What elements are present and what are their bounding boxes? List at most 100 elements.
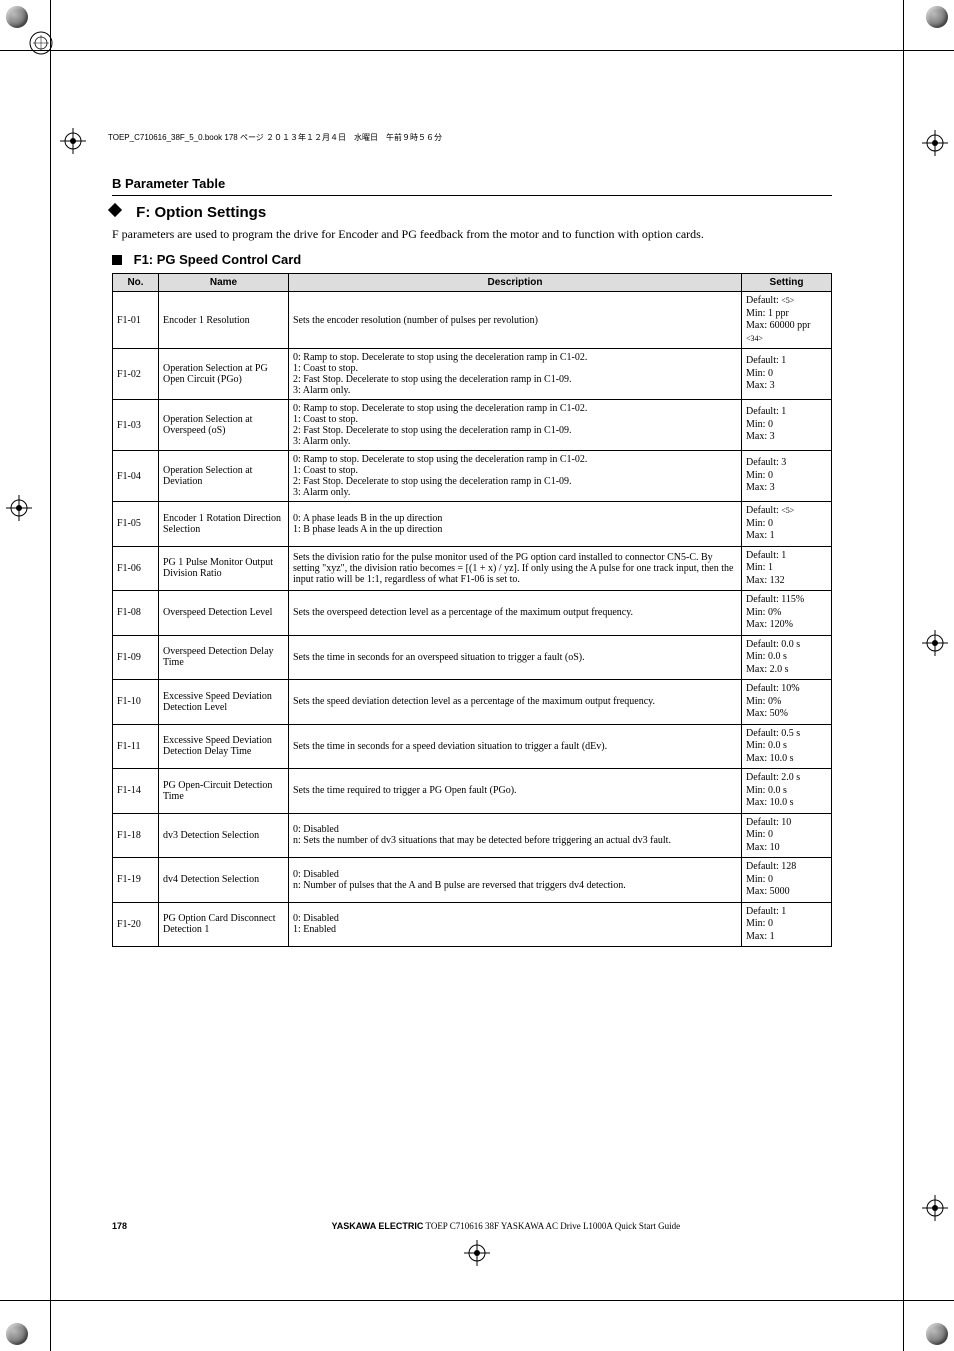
footer-doc-title: TOEP C710616 38F YASKAWA AC Drive L1000A… — [423, 1221, 680, 1231]
crop-sphere-top-right — [926, 6, 948, 28]
cell-no: F1-03 — [113, 400, 159, 451]
cell-name: Operation Selection at Overspeed (oS) — [159, 400, 289, 451]
cell-name: Excessive Speed Deviation Detection Leve… — [159, 680, 289, 725]
table-row: F1-19dv4 Detection Selection0: Disabledn… — [113, 858, 832, 903]
cell-no: F1-14 — [113, 769, 159, 814]
table-row: F1-09Overspeed Detection Delay TimeSets … — [113, 635, 832, 680]
cell-no: F1-08 — [113, 591, 159, 636]
registration-mark-icon — [6, 495, 32, 521]
cell-description: 0: A phase leads B in the up direction1:… — [289, 502, 742, 547]
cell-no: F1-09 — [113, 635, 159, 680]
table-row: F1-02Operation Selection at PG Open Circ… — [113, 349, 832, 400]
table-row: F1-01Encoder 1 ResolutionSets the encode… — [113, 292, 832, 349]
cell-no: F1-11 — [113, 724, 159, 769]
cell-description: 0: Ramp to stop. Decelerate to stop usin… — [289, 400, 742, 451]
table-row: F1-05Encoder 1 Rotation Direction Select… — [113, 502, 832, 547]
crop-sphere-bottom-left — [6, 1323, 28, 1345]
col-name: Name — [159, 274, 289, 292]
table-row: F1-11Excessive Speed Deviation Detection… — [113, 724, 832, 769]
square-bullet-icon — [112, 255, 122, 265]
cell-description: Sets the speed deviation detection level… — [289, 680, 742, 725]
crop-sphere-top-left — [6, 6, 28, 28]
cell-setting: Default: 1Min: 0Max: 3 — [742, 349, 832, 400]
cell-setting: Default: 1Min: 0Max: 1 — [742, 902, 832, 947]
cell-setting: Default: 3Min: 0Max: 3 — [742, 451, 832, 502]
cell-no: F1-05 — [113, 502, 159, 547]
cell-name: Excessive Speed Deviation Detection Dela… — [159, 724, 289, 769]
divider — [112, 195, 832, 196]
cell-name: PG 1 Pulse Monitor Output Division Ratio — [159, 546, 289, 591]
crop-sphere-bottom-right — [926, 1323, 948, 1345]
crop-line-top — [0, 50, 954, 51]
cell-description: 0: Disabledn: Sets the number of dv3 sit… — [289, 813, 742, 858]
cell-setting: Default: 128Min: 0Max: 5000 — [742, 858, 832, 903]
cell-name: Operation Selection at PG Open Circuit (… — [159, 349, 289, 400]
table-row: F1-20PG Option Card Disconnect Detection… — [113, 902, 832, 947]
cell-name: Encoder 1 Rotation Direction Selection — [159, 502, 289, 547]
subsection-title: F1: PG Speed Control Card — [112, 252, 832, 267]
ornament-icon — [28, 30, 54, 56]
registration-mark-icon — [464, 1240, 490, 1266]
diamond-bullet-icon — [112, 207, 124, 219]
table-row: F1-08Overspeed Detection LevelSets the o… — [113, 591, 832, 636]
page-body: B Parameter Table F: Option Settings F p… — [112, 130, 832, 947]
page-number: 178 — [112, 1221, 127, 1231]
parameter-table: No. Name Description Setting F1-01Encode… — [112, 273, 832, 947]
table-row: F1-18dv3 Detection Selection0: Disabledn… — [113, 813, 832, 858]
cell-no: F1-06 — [113, 546, 159, 591]
cell-setting: Default: 10Min: 0Max: 10 — [742, 813, 832, 858]
cell-setting: Default: 10%Min: 0%Max: 50% — [742, 680, 832, 725]
cell-description: 0: Disabled1: Enabled — [289, 902, 742, 947]
col-set: Setting — [742, 274, 832, 292]
col-no: No. — [113, 274, 159, 292]
cell-setting: Default: 2.0 sMin: 0.0 sMax: 10.0 s — [742, 769, 832, 814]
footer-company: YASKAWA ELECTRIC — [332, 1221, 424, 1231]
cell-name: Overspeed Detection Delay Time — [159, 635, 289, 680]
cell-description: Sets the time required to trigger a PG O… — [289, 769, 742, 814]
cell-description: 0: Ramp to stop. Decelerate to stop usin… — [289, 451, 742, 502]
cell-no: F1-10 — [113, 680, 159, 725]
page-footer: 178 YASKAWA ELECTRIC TOEP C710616 38F YA… — [112, 1221, 832, 1231]
cell-setting: Default: 1Min: 0Max: 3 — [742, 400, 832, 451]
cell-description: 0: Disabledn: Number of pulses that the … — [289, 858, 742, 903]
cell-setting: Default: <5>Min: 1 pprMax: 60000 ppr <34… — [742, 292, 832, 349]
cell-name: PG Open-Circuit Detection Time — [159, 769, 289, 814]
table-row: F1-03Operation Selection at Overspeed (o… — [113, 400, 832, 451]
section-title-text: F: Option Settings — [136, 204, 266, 221]
cell-description: Sets the time in seconds for an overspee… — [289, 635, 742, 680]
running-header: B Parameter Table — [112, 176, 832, 191]
cell-description: Sets the time in seconds for a speed dev… — [289, 724, 742, 769]
cell-setting: Default: 1Min: 1Max: 132 — [742, 546, 832, 591]
crop-line-left — [50, 0, 51, 1351]
cell-no: F1-01 — [113, 292, 159, 349]
subsection-title-text: F1: PG Speed Control Card — [134, 252, 302, 267]
table-row: F1-06PG 1 Pulse Monitor Output Division … — [113, 546, 832, 591]
table-row: F1-10Excessive Speed Deviation Detection… — [113, 680, 832, 725]
cell-name: dv4 Detection Selection — [159, 858, 289, 903]
registration-mark-icon — [922, 1195, 948, 1221]
cell-name: dv3 Detection Selection — [159, 813, 289, 858]
cell-description: Sets the encoder resolution (number of p… — [289, 292, 742, 349]
cell-no: F1-19 — [113, 858, 159, 903]
registration-mark-icon — [922, 630, 948, 656]
cell-setting: Default: <5>Min: 0Max: 1 — [742, 502, 832, 547]
cell-no: F1-04 — [113, 451, 159, 502]
registration-mark-icon — [922, 130, 948, 156]
crop-line-right — [903, 0, 904, 1351]
crop-line-bottom — [0, 1300, 954, 1301]
cell-name: Encoder 1 Resolution — [159, 292, 289, 349]
cell-description: Sets the division ratio for the pulse mo… — [289, 546, 742, 591]
cell-name: PG Option Card Disconnect Detection 1 — [159, 902, 289, 947]
cell-name: Operation Selection at Deviation — [159, 451, 289, 502]
cell-no: F1-20 — [113, 902, 159, 947]
cell-description: Sets the overspeed detection level as a … — [289, 591, 742, 636]
cell-setting: Default: 0.5 sMin: 0.0 sMax: 10.0 s — [742, 724, 832, 769]
intro-paragraph: F parameters are used to program the dri… — [112, 227, 832, 242]
registration-mark-icon — [60, 128, 86, 154]
cell-name: Overspeed Detection Level — [159, 591, 289, 636]
table-row: F1-04Operation Selection at Deviation0: … — [113, 451, 832, 502]
table-row: F1-14PG Open-Circuit Detection TimeSets … — [113, 769, 832, 814]
cell-setting: Default: 115%Min: 0%Max: 120% — [742, 591, 832, 636]
col-desc: Description — [289, 274, 742, 292]
cell-no: F1-18 — [113, 813, 159, 858]
